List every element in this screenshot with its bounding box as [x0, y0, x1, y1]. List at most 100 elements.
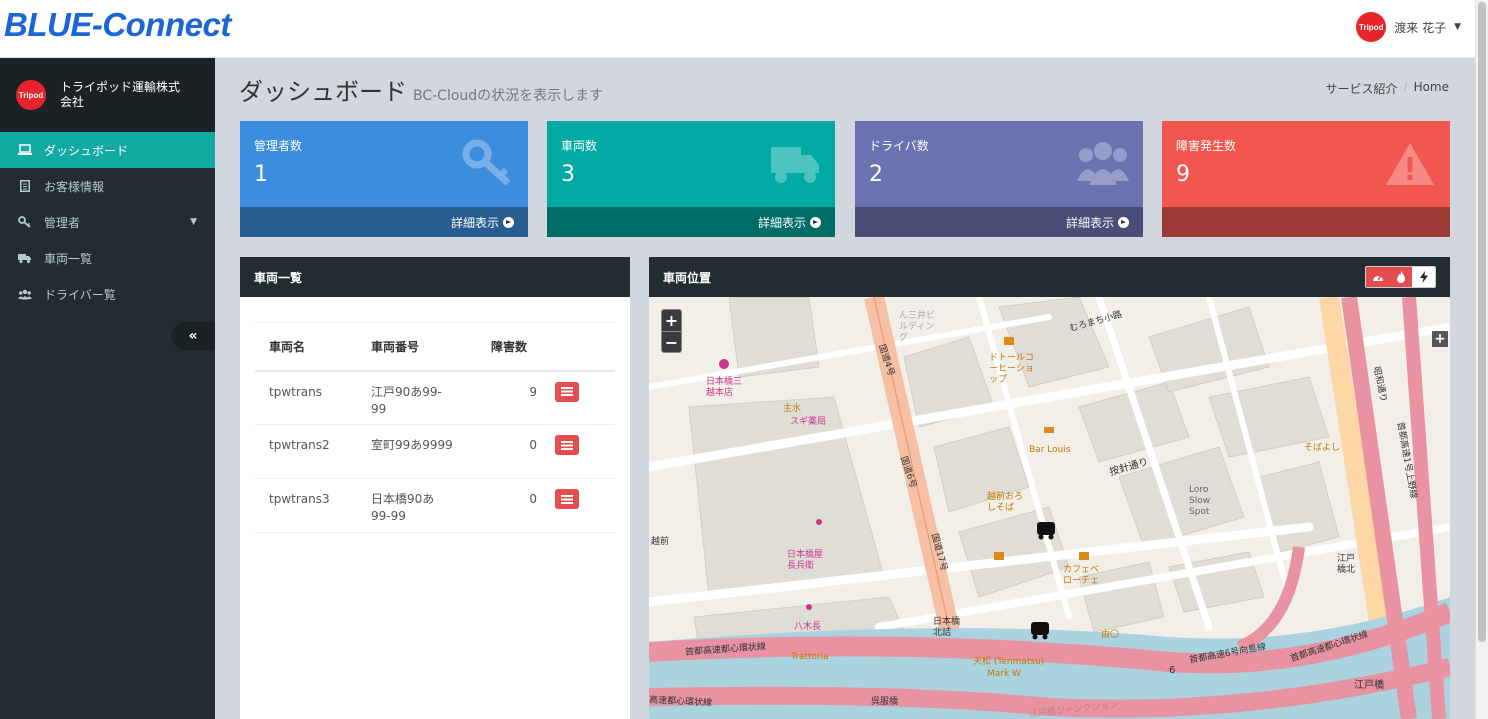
- column-header-action: [551, 322, 615, 372]
- vehicle-position-panel: 車両位置 むろまち小路 ん三井ビルディング 国道4号 国道6号 国道17号 按針…: [649, 257, 1450, 719]
- vehicle-name: tpwtrans: [255, 370, 357, 425]
- user-menu[interactable]: Tripod 渡来 花子 ▼: [1356, 12, 1461, 42]
- warning-icon: [1386, 143, 1434, 185]
- column-header-name: 車両名: [255, 322, 357, 372]
- panel-header: 車両位置: [649, 257, 1450, 297]
- map-label-building: ん三井ビルディング: [899, 311, 936, 343]
- sidebar-item-label: ダッシュボード: [44, 143, 129, 158]
- panel-title: 車両一覧: [254, 270, 303, 285]
- map-zoom-control: + −: [661, 309, 682, 353]
- users-icon: [1077, 142, 1129, 185]
- breadcrumb: サービス紹介 / Home: [1326, 80, 1450, 97]
- stat-box-drivers: ドライバ数 2 詳細表示: [855, 121, 1143, 237]
- map-label-place: 江戸橋北: [1337, 554, 1356, 575]
- user-name[interactable]: 渡来 花子: [1394, 19, 1446, 36]
- vehicle-number: 日本橋90あ99-99: [357, 478, 477, 533]
- sidebar-item-customer-info[interactable]: お客様情報: [0, 168, 215, 204]
- map-label-poi: ドトールコーヒーショップ: [989, 353, 1034, 385]
- sidebar-item-drivers[interactable]: ドライバー覧: [0, 276, 215, 312]
- map-label-poi: 由〇: [1101, 630, 1120, 640]
- vertical-scrollbar[interactable]: [1475, 0, 1488, 719]
- arrow-circle-right-icon[interactable]: [810, 216, 821, 228]
- map-label-poi: スギ薬局: [790, 417, 827, 427]
- page-subtitle: BC-Cloudの状況を表示します: [413, 88, 604, 104]
- stat-details-link[interactable]: 詳細表示: [240, 207, 528, 237]
- sidebar-collapse-button[interactable]: «: [171, 322, 215, 350]
- stat-link-label[interactable]: 詳細表示: [758, 214, 806, 231]
- table-row: tpwtrans2 室町99あ9999 0: [255, 424, 615, 479]
- caret-down-icon: ▼: [190, 217, 197, 227]
- vehicle-faults: 0: [477, 478, 551, 533]
- breadcrumb-home[interactable]: Home: [1414, 80, 1449, 97]
- stat-box-faults: 障害発生数 9: [1162, 121, 1450, 237]
- list-icon: [561, 494, 573, 504]
- vehicle-table: 車両名 車両番号 障害数 tpwtrans 江戸90あ99-99 9 tpwtr…: [255, 322, 615, 533]
- fault-list-button[interactable]: [555, 489, 579, 509]
- layer-expand-button[interactable]: +: [1432, 331, 1448, 347]
- zoom-out-button[interactable]: −: [662, 331, 681, 352]
- vehicle-faults: 9: [477, 370, 551, 425]
- page-header: ダッシュボード BC-Cloudの状況を表示します: [239, 72, 603, 107]
- panel-title: 車両位置: [663, 270, 712, 285]
- brand-logo[interactable]: BLUE-Connect: [4, 6, 231, 44]
- zoom-in-button[interactable]: +: [662, 310, 681, 331]
- speedometer-icon[interactable]: [1366, 267, 1389, 287]
- map-label-place: 呉服橋: [871, 697, 899, 707]
- stat-link-label[interactable]: 詳細表示: [1066, 214, 1114, 231]
- stat-details-link[interactable]: 詳細表示: [855, 207, 1143, 237]
- map-canvas[interactable]: むろまち小路 ん三井ビルディング 国道4号 国道6号 国道17号 按針通り 日本…: [649, 297, 1450, 719]
- table-row: tpwtrans 江戸90あ99-99 9: [255, 370, 615, 425]
- stat-box-body: 障害発生数 9: [1162, 121, 1450, 207]
- vehicle-name: tpwtrans2: [255, 424, 357, 479]
- sidebar-item-label: お客様情報: [44, 179, 105, 194]
- map-label-poi: Loro Slow Spot: [1189, 485, 1211, 517]
- avatar[interactable]: Tripod: [1356, 12, 1387, 42]
- fault-list-button[interactable]: [555, 435, 579, 455]
- key-icon: [462, 139, 511, 186]
- map-label-poi: Trattoria: [791, 652, 829, 662]
- arrow-circle-right-icon[interactable]: [503, 216, 514, 228]
- vehicle-faults: 0: [477, 424, 551, 479]
- vehicle-number: 江戸90あ99-99: [357, 370, 477, 425]
- sidebar: Tripod トライポッド運輸株式会社 ダッシュボード お客様情報 管理者 ▼ …: [0, 58, 215, 719]
- caret-down-icon[interactable]: ▼: [1454, 22, 1461, 32]
- stat-link-label[interactable]: 詳細表示: [451, 214, 499, 231]
- stat-box-admins: 管理者数 1 詳細表示: [240, 121, 528, 237]
- document-icon: [18, 180, 32, 192]
- stat-box-vehicles: 車両数 3 詳細表示: [547, 121, 835, 237]
- map-label-poi: カフェベローチェ: [1063, 565, 1100, 586]
- fire-icon[interactable]: [1389, 267, 1412, 287]
- stat-footer: [1162, 207, 1450, 237]
- vehicle-name: tpwtrans3: [255, 478, 357, 533]
- map-label-poi: 日本橋三越本店: [706, 377, 743, 398]
- sidebar-item-admin[interactable]: 管理者 ▼: [0, 204, 215, 240]
- breadcrumb-service-intro[interactable]: サービス紹介: [1326, 80, 1398, 97]
- sidebar-item-dashboard[interactable]: ダッシュボード: [0, 132, 215, 168]
- map-label-poi: Bar Louis: [1029, 445, 1071, 455]
- scrollbar-thumb[interactable]: [1478, 2, 1486, 642]
- map-label-poi: 八木長: [794, 622, 822, 632]
- map-tiles[interactable]: [649, 297, 1450, 719]
- sidebar-item-vehicles[interactable]: 車両一覧: [0, 240, 215, 276]
- map-label-poi: 主水: [783, 404, 802, 414]
- list-icon: [561, 387, 573, 396]
- map-label-poi: 越前おろしそば: [987, 492, 1024, 513]
- sidebar-item-label: 管理者: [44, 215, 81, 230]
- laptop-icon: [18, 144, 32, 156]
- company-block: Tripod トライポッド運輸株式会社: [0, 58, 215, 132]
- map-label-place: 江戸橋: [1354, 680, 1384, 691]
- truck-icon: [18, 252, 32, 264]
- fault-list-button[interactable]: [555, 381, 579, 402]
- arrow-circle-right-icon[interactable]: [1118, 216, 1129, 228]
- map-label-route-number: 6: [1169, 665, 1176, 676]
- sidebar-item-label: 車両一覧: [44, 251, 93, 266]
- truck-icon: [771, 147, 819, 183]
- map-label-poi: そばよし: [1304, 443, 1341, 453]
- company-name: トライポッド運輸株式会社: [60, 80, 181, 109]
- top-navbar: BLUE-Connect Tripod 渡来 花子 ▼: [0, 0, 1475, 58]
- stat-box-body: ドライバ数 2: [855, 121, 1143, 207]
- bolt-icon[interactable]: [1412, 267, 1435, 287]
- stat-details-link[interactable]: 詳細表示: [547, 207, 835, 237]
- stat-box-body: 管理者数 1: [240, 121, 528, 207]
- map-label-place: 日本橋北詰: [933, 617, 961, 638]
